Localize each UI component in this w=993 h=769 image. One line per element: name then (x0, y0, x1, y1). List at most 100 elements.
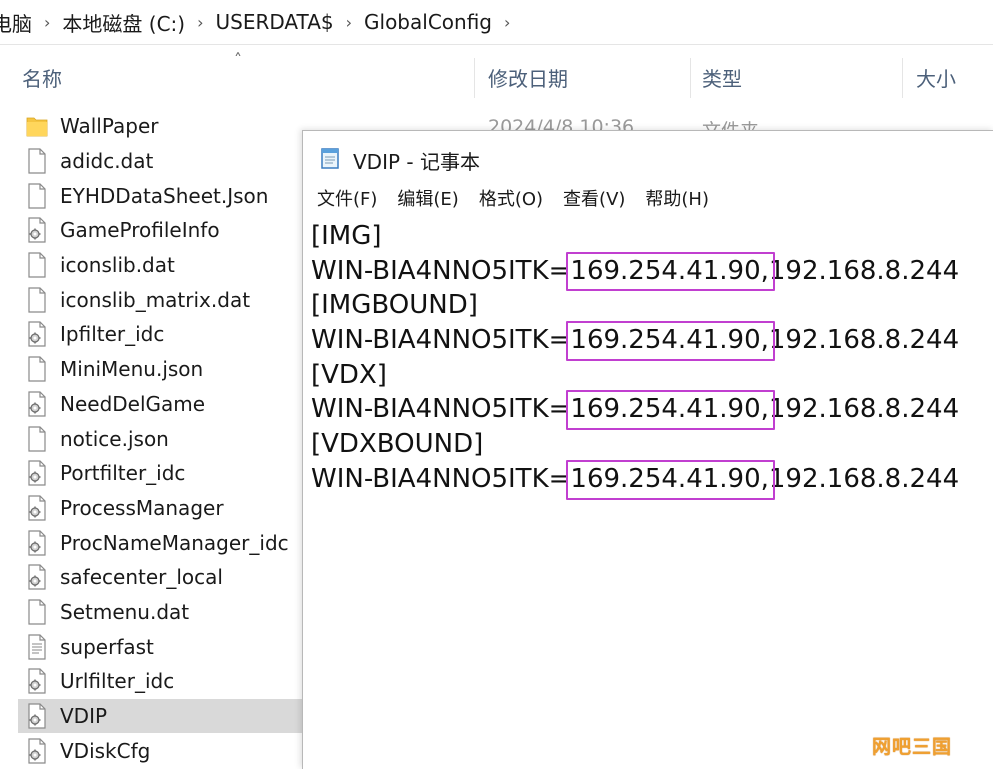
file-name: Setmenu.dat (60, 599, 190, 624)
blank-file-icon (26, 252, 48, 278)
blank-file-icon (26, 183, 48, 209)
ini-section-line: [VDXBOUND] (311, 427, 959, 462)
file-row[interactable]: WallPaper (18, 109, 302, 144)
menu-file[interactable]: 文件(F) (317, 185, 377, 211)
ini-entry-line: WIN-BIA4NNO5ITK=169.254.41.90,192.168.8.… (311, 390, 960, 430)
breadcrumb-item-userdata[interactable]: USERDATA$ (205, 10, 343, 34)
ini-section-line: [IMG] (311, 219, 959, 254)
ini-value: 192.168.8.244 (768, 463, 960, 494)
ini-value: 192.168.8.244 (768, 255, 960, 286)
ini-entry-line: WIN-BIA4NNO5ITK=169.254.41.90,192.168.8.… (311, 459, 960, 500)
highlighted-ip: 169.254.41.90, (566, 390, 776, 430)
notepad-text-area[interactable]: [IMG] WIN-BIA4NNO5ITK=169.254.41.90,192.1… (311, 219, 960, 500)
column-header-name[interactable]: 名称 (0, 54, 474, 100)
file-row[interactable]: Urlfilter_idc (18, 664, 302, 699)
file-name: ProcNameManager_idc (60, 530, 289, 555)
column-header-date[interactable]: 修改日期 (466, 54, 690, 100)
ini-key: WIN-BIA4NNO5ITK= (311, 255, 571, 286)
config-file-icon (26, 703, 48, 729)
chevron-right-icon[interactable]: › (195, 13, 205, 32)
file-name: adidc.dat (60, 149, 154, 174)
file-name: EYHDDataSheet.Json (60, 183, 269, 208)
chevron-right-icon[interactable]: › (42, 13, 52, 32)
watermark: 网吧三国 (872, 736, 953, 758)
config-file-icon (26, 564, 48, 590)
folder-icon (26, 113, 48, 139)
highlighted-ip: 169.254.41.90, (566, 321, 776, 361)
ini-section: [VDX] (311, 359, 387, 390)
file-row[interactable]: VDiskCfg (18, 733, 302, 768)
file-name: superfast (60, 634, 154, 659)
notepad-menu-bar: 文件(F) 编辑(E) 格式(O) 查看(V) 帮助(H) (317, 185, 729, 211)
file-name: Ipfilter_idc (60, 322, 165, 347)
file-row[interactable]: iconslib.dat (18, 248, 302, 283)
column-header-type[interactable]: 类型 (680, 54, 902, 100)
blank-file-icon (26, 356, 48, 382)
file-name: VDiskCfg (60, 738, 151, 763)
file-row[interactable]: iconslib_matrix.dat (18, 282, 302, 317)
config-file-icon (26, 217, 48, 244)
file-name: Portfilter_idc (60, 461, 186, 486)
breadcrumb-item-computer[interactable]: 电脑 (0, 8, 42, 37)
file-row[interactable]: GameProfileInfo (18, 213, 302, 248)
chevron-right-icon[interactable]: › (502, 13, 512, 32)
column-header-size-label: 大小 (916, 66, 956, 91)
file-row[interactable]: Ipfilter_idc (18, 317, 302, 352)
file-row[interactable]: safecenter_local (18, 560, 302, 595)
config-file-icon (26, 529, 48, 556)
file-row[interactable]: EYHDDataSheet.Json (18, 178, 302, 213)
ini-value: 192.168.8.244 (768, 394, 960, 425)
blank-file-icon (26, 148, 48, 174)
column-header-name-label: 名称 (22, 66, 62, 91)
blank-file-icon (26, 599, 48, 625)
config-file-icon (26, 391, 48, 417)
file-row[interactable]: Portfilter_idc (18, 456, 302, 491)
file-name: MiniMenu.json (60, 357, 204, 382)
column-header-size[interactable]: 大小 (894, 54, 993, 100)
file-row[interactable]: VDIP (18, 698, 302, 734)
highlighted-ip: 169.254.41.90, (566, 459, 776, 500)
ini-key: WIN-BIA4NNO5ITK= (311, 394, 571, 425)
highlighted-ip: 169.254.41.90, (566, 251, 776, 292)
ini-entry-line: WIN-BIA4NNO5ITK=169.254.41.90,192.168.8.… (311, 251, 960, 292)
menu-help[interactable]: 帮助(H) (645, 185, 709, 211)
file-name: iconslib_matrix.dat (60, 287, 251, 312)
notepad-window[interactable]: VDIP - 记事本 文件(F) 编辑(E) 格式(O) 查看(V) 帮助(H)… (302, 130, 993, 769)
ini-section-line: [IMGBOUND] (311, 288, 959, 323)
config-file-icon (26, 460, 48, 486)
config-file-icon (26, 668, 48, 694)
menu-view[interactable]: 查看(V) (563, 185, 625, 211)
file-row[interactable]: ProcNameManager_idc (18, 525, 302, 560)
ini-key: WIN-BIA4NNO5ITK= (311, 325, 571, 356)
file-row[interactable]: ProcessManager (18, 491, 302, 526)
file-row[interactable]: Setmenu.dat (18, 595, 302, 630)
file-name: safecenter_local (60, 565, 223, 590)
menu-edit[interactable]: 编辑(E) (397, 185, 458, 211)
config-file-icon (26, 495, 48, 521)
ini-key: WIN-BIA4NNO5ITK= (311, 463, 571, 494)
column-header-type-label: 类型 (702, 66, 742, 91)
notepad-title: VDIP - 记事本 (353, 149, 480, 174)
blank-file-icon (26, 287, 48, 313)
file-row[interactable]: NeedDelGame (18, 387, 302, 422)
ini-value: 192.168.8.244 (768, 325, 960, 356)
file-name: VDIP (60, 704, 108, 729)
breadcrumb: 电脑 › 本地磁盘 (C:) › USERDATA$ › GlobalConfi… (0, 0, 993, 45)
file-name: Urlfilter_idc (60, 669, 175, 694)
notepad-title-bar[interactable]: VDIP - 记事本 (319, 143, 480, 177)
breadcrumb-item-local-disk[interactable]: 本地磁盘 (C:) (52, 8, 195, 37)
config-file-icon (26, 321, 48, 348)
menu-format[interactable]: 格式(O) (479, 185, 543, 211)
config-file-icon (26, 738, 48, 764)
blank-file-icon (26, 425, 48, 452)
file-row[interactable]: notice.json (18, 421, 302, 456)
file-row[interactable]: MiniMenu.json (18, 352, 302, 387)
ini-section: [VDXBOUND] (311, 429, 484, 460)
ini-section-line: [VDX] (311, 358, 959, 393)
breadcrumb-item-globalconfig[interactable]: GlobalConfig (354, 10, 502, 34)
file-row[interactable]: adidc.dat (18, 144, 302, 179)
file-name: NeedDelGame (60, 391, 206, 416)
file-row[interactable]: superfast (18, 629, 302, 664)
chevron-right-icon[interactable]: › (344, 13, 354, 32)
ini-section: [IMGBOUND] (311, 290, 478, 321)
